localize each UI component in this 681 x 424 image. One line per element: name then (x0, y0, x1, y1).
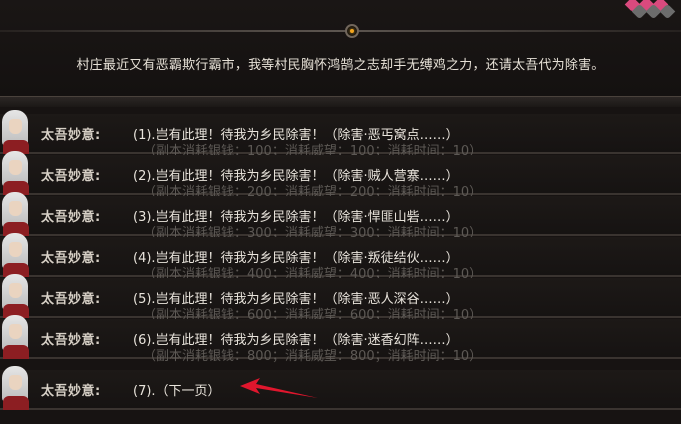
speaker-portrait (0, 366, 30, 410)
option-row-2[interactable]: 太吾妙意: (2).岂有此理！待我为乡民除害！（除害·贼人营寨……） （副本消耗… (0, 151, 681, 200)
speaker-portrait (0, 151, 30, 195)
speaker-name: 太吾妙意: (41, 292, 101, 307)
speaker-name: 太吾妙意: (41, 251, 101, 266)
speaker-portrait (0, 315, 30, 359)
speaker-portrait (0, 233, 30, 277)
hearts-icon (621, 0, 681, 20)
option-row-5[interactable]: 太吾妙意: (5).岂有此理！待我为乡民除害！（除害·恶人深谷……） （副本消耗… (0, 274, 681, 323)
option-row-7[interactable]: 太吾妙意: (7).（下一页） (0, 366, 681, 410)
option-row-1[interactable]: 太吾妙意: (1).岂有此理！待我为乡民除害！（除害·恶丐窝点……） （副本消耗… (0, 110, 681, 159)
speaker-portrait (0, 192, 30, 236)
dialog-header: 村庄最近又有恶霸欺行霸市，我等村民胸怀鸿鹄之志却手无缚鸡之力，还请太吾代为除害。 (0, 0, 681, 96)
options-divider (0, 96, 681, 107)
speaker-name: 太吾妙意: (41, 169, 101, 184)
speaker-portrait (0, 274, 30, 318)
option-row-3[interactable]: 太吾妙意: (3).岂有此理！待我为乡民除害！（除害·悍匪山砦……） （副本消耗… (0, 192, 681, 241)
header-divider (0, 30, 681, 32)
option-row-6[interactable]: 太吾妙意: (6).岂有此理！待我为乡民除害！（除害·迷香幻阵……） （副本消耗… (0, 315, 681, 364)
speaker-name: 太吾妙意: (41, 384, 101, 399)
speaker-portrait (0, 110, 30, 154)
speaker-name: 太吾妙意: (41, 210, 101, 225)
option-row-4[interactable]: 太吾妙意: (4).岂有此理！待我为乡民除害！（除害·叛徒结伙……） （副本消耗… (0, 233, 681, 282)
speaker-name: 太吾妙意: (41, 333, 101, 348)
gem-ornament-icon (345, 24, 359, 38)
speaker-name: 太吾妙意: (41, 128, 101, 143)
intro-text: 村庄最近又有恶霸欺行霸市，我等村民胸怀鸿鹄之志却手无缚鸡之力，还请太吾代为除害。 (76, 58, 605, 73)
red-arrow-annotation-icon (240, 378, 318, 398)
option-cost: （副本消耗银钱：800；消耗威望：800；消耗时间：10） (143, 349, 483, 364)
option-text[interactable]: (7).（下一页） (133, 380, 221, 399)
